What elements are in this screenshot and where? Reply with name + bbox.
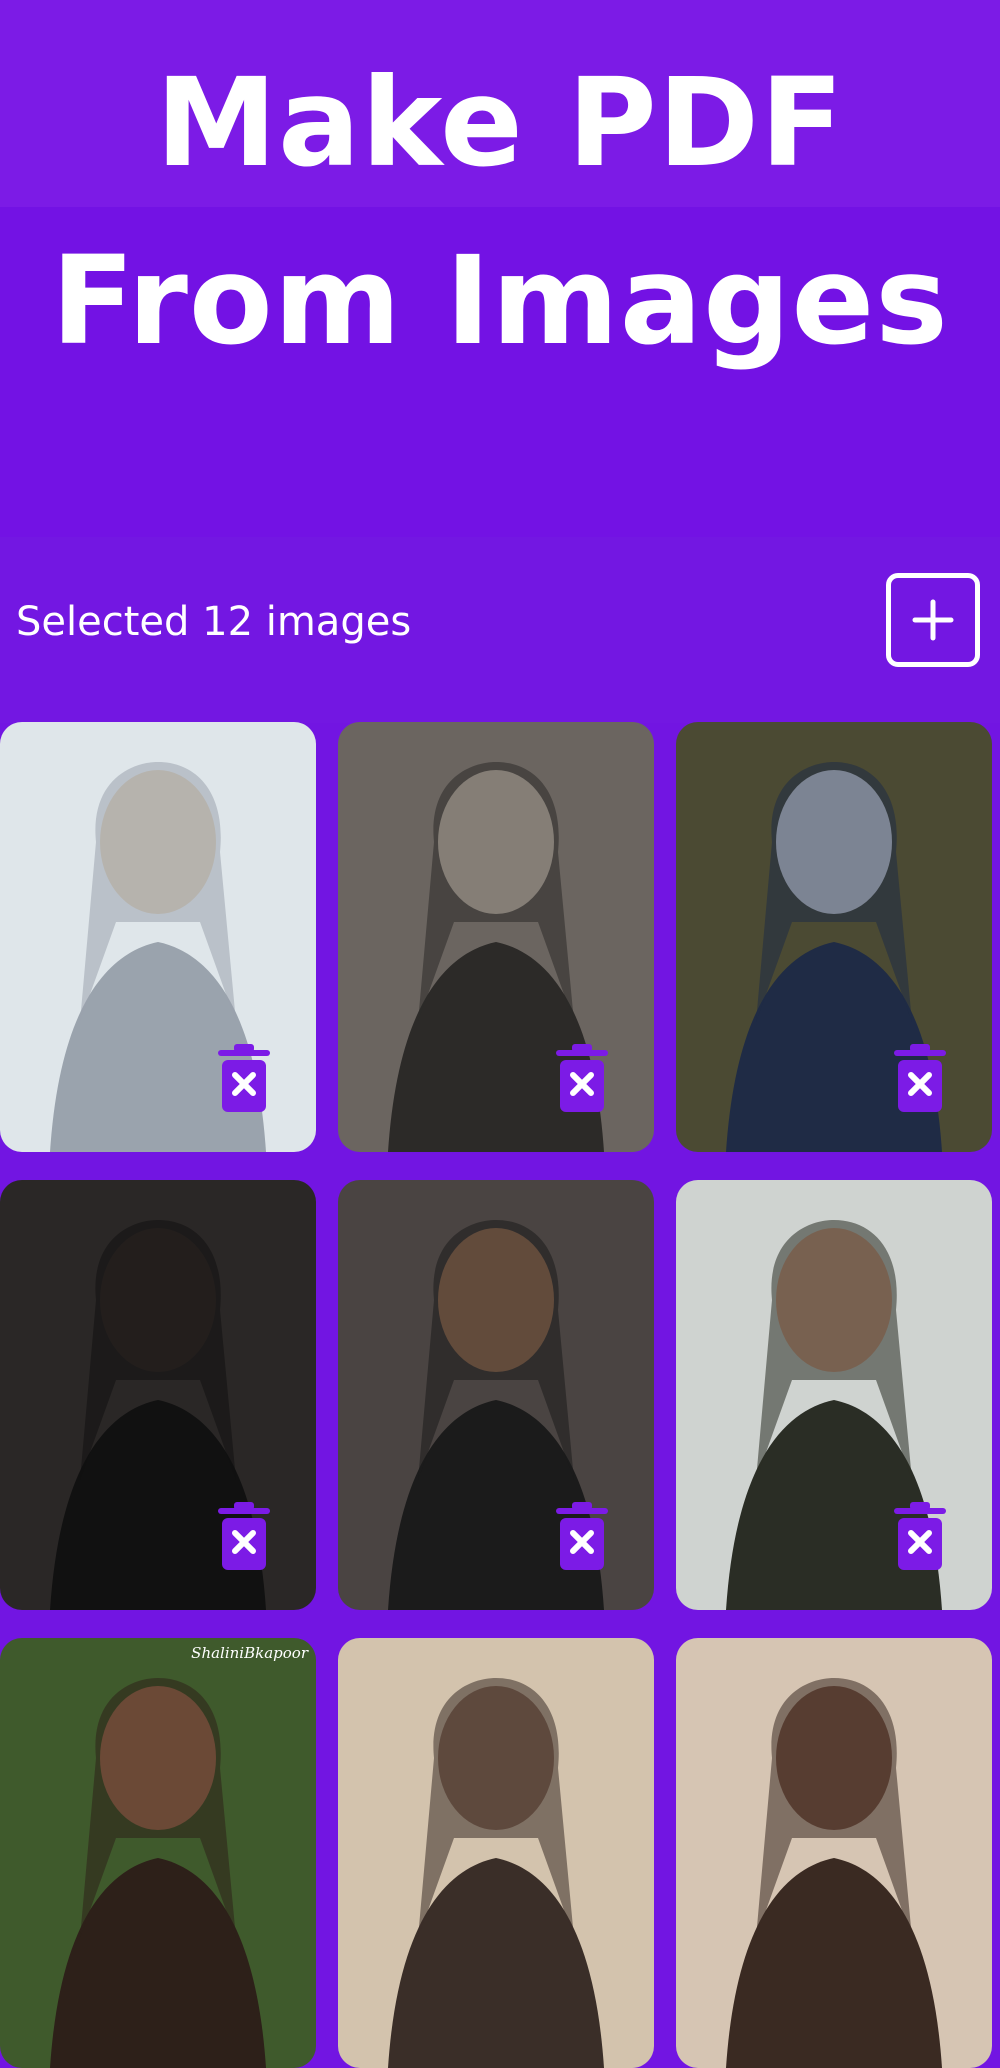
image-thumbnail[interactable] <box>0 722 316 1152</box>
image-thumbnail[interactable] <box>676 1638 992 2068</box>
image-grid: ShaliniBkapoor <box>0 722 1000 2068</box>
delete-image-button[interactable] <box>556 1044 608 1114</box>
hero-title-line-1: Make PDF <box>155 52 845 194</box>
delete-image-button[interactable] <box>894 1044 946 1114</box>
plus-icon <box>912 599 954 641</box>
image-thumbnail[interactable] <box>676 722 992 1152</box>
photo-placeholder <box>338 1638 654 2068</box>
image-thumbnail[interactable] <box>676 1180 992 1610</box>
photo-placeholder <box>676 1638 992 2068</box>
image-thumbnail[interactable]: ShaliniBkapoor <box>0 1638 316 2068</box>
delete-image-button[interactable] <box>894 1502 946 1572</box>
image-thumbnail[interactable] <box>338 1638 654 2068</box>
image-thumbnail[interactable] <box>0 1180 316 1610</box>
selected-count-label: Selected 12 images <box>16 599 412 645</box>
delete-image-button[interactable] <box>556 1502 608 1572</box>
trash-x-icon <box>218 1044 270 1112</box>
image-thumbnail[interactable] <box>338 1180 654 1610</box>
photo-watermark-caption: ShaliniBkapoor <box>191 1644 308 1662</box>
delete-image-button[interactable] <box>218 1044 270 1114</box>
trash-x-icon <box>556 1044 608 1112</box>
trash-x-icon <box>556 1502 608 1570</box>
image-thumbnail[interactable] <box>338 722 654 1152</box>
delete-image-button[interactable] <box>218 1502 270 1572</box>
photo-placeholder <box>0 1638 316 2068</box>
trash-x-icon <box>218 1502 270 1570</box>
trash-x-icon <box>894 1502 946 1570</box>
add-images-button[interactable] <box>886 573 980 667</box>
hero-title-line-2: From Images <box>51 230 949 372</box>
trash-x-icon <box>894 1044 946 1112</box>
